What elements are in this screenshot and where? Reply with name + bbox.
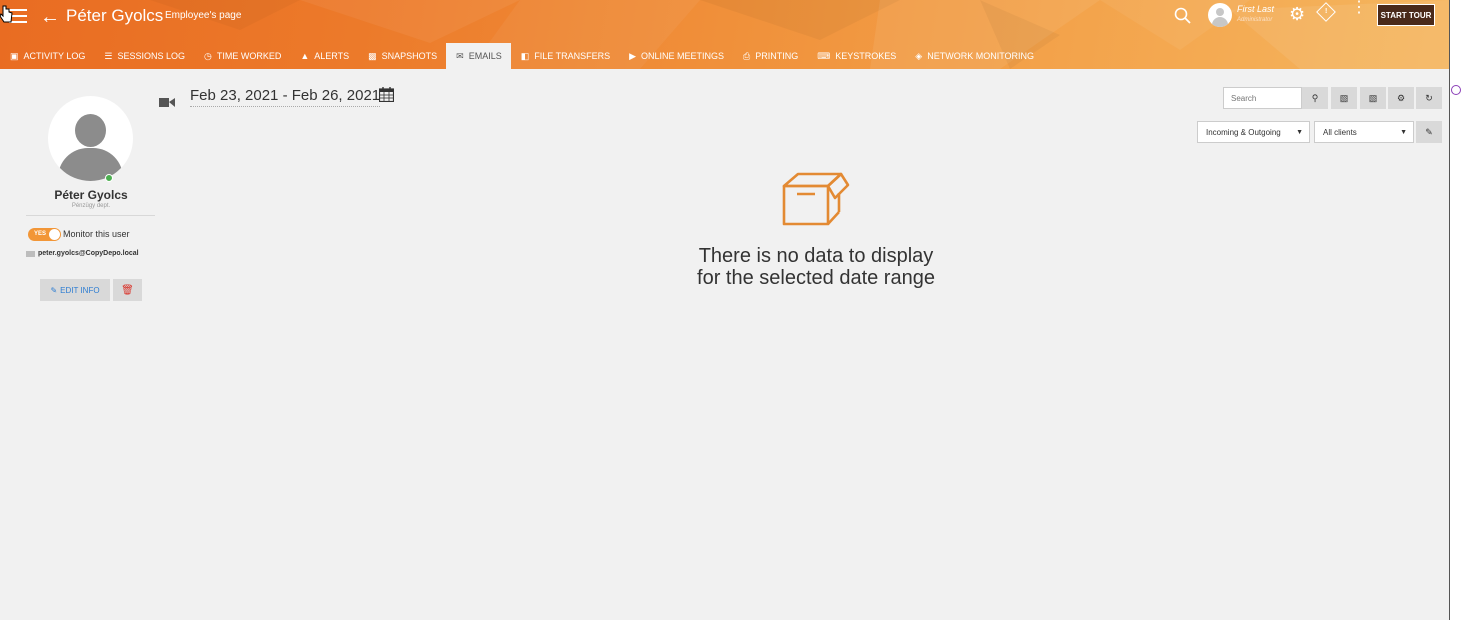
settings-button[interactable]: ⚙: [1388, 87, 1414, 109]
tab-label: FILE TRANSFERS: [534, 51, 611, 61]
email-icon: [26, 251, 35, 257]
calendar-icon[interactable]: [379, 87, 394, 102]
pencil-icon: ✎: [1425, 126, 1433, 137]
account-name[interactable]: First Last: [1237, 4, 1274, 14]
edit-info-button[interactable]: ✎ EDIT INFO: [40, 279, 110, 301]
employee-name-title: Péter Gyolcs: [66, 6, 164, 25]
refresh-icon: ↻: [1425, 92, 1433, 103]
tab-alerts[interactable]: ▲ ALERTS: [290, 43, 358, 69]
video-camera-icon[interactable]: [159, 97, 175, 108]
clock-icon: ◷: [203, 50, 212, 61]
profile-avatar: [48, 96, 133, 181]
gear-icon[interactable]: ⚙: [1289, 4, 1305, 25]
toggle-label: YES: [34, 231, 47, 237]
client-filter-value: All clients: [1323, 127, 1357, 137]
refresh-button[interactable]: ↻: [1416, 87, 1442, 109]
search-icon[interactable]: [1174, 7, 1192, 25]
search-input[interactable]: [1223, 87, 1302, 109]
pencil-icon: ✎: [50, 285, 58, 295]
list-icon: ☰: [104, 50, 113, 61]
envelope-icon: ✉: [456, 50, 464, 61]
file-icon: ◧: [520, 50, 530, 61]
online-status-dot: [105, 174, 113, 182]
empty-box-icon: [782, 172, 850, 226]
search-icon: ⚲: [1311, 92, 1319, 103]
gear-icon: ⚙: [1396, 92, 1406, 103]
monitor-label: Monitor this user: [63, 229, 130, 239]
tab-label: EMAILS: [468, 51, 502, 61]
app-window: ← Péter Gyolcs Employee's page First Las…: [0, 0, 1449, 620]
tab-file-transfers[interactable]: ◧ FILE TRANSFERS: [511, 43, 619, 69]
edit-filter-button[interactable]: ✎: [1416, 121, 1442, 143]
hand-cursor-icon: [0, 5, 13, 23]
back-arrow-icon[interactable]: ←: [40, 6, 60, 29]
tab-label: TIME WORKED: [216, 51, 282, 61]
direction-filter-value: Incoming & Outgoing: [1206, 127, 1281, 137]
start-tour-button[interactable]: START TOUR: [1377, 4, 1435, 26]
direction-filter-select[interactable]: Incoming & Outgoing ▼: [1197, 121, 1310, 143]
monitor-icon: ▣: [10, 50, 19, 61]
account-avatar[interactable]: [1208, 3, 1232, 27]
tab-online-meetings[interactable]: ▶ ONLINE MEETINGS: [619, 43, 733, 69]
tab-label: ACTIVITY LOG: [23, 51, 86, 61]
export-csv-button[interactable]: ▧: [1360, 87, 1386, 109]
tab-label: KEYSTROKES: [835, 51, 897, 61]
profile-department: Pénzügy dept.: [71, 203, 111, 209]
tab-time-worked[interactable]: ◷ TIME WORKED: [194, 43, 290, 69]
trash-icon: 🗑: [121, 284, 134, 296]
tab-keystrokes[interactable]: ⌨ KEYSTROKES: [807, 43, 905, 69]
search-button[interactable]: ⚲: [1302, 87, 1328, 109]
profile-name: Péter Gyolcs: [54, 188, 128, 202]
tab-snapshots[interactable]: ▩ SNAPSHOTS: [358, 43, 446, 69]
tab-sessions-log[interactable]: ☰ SESSIONS LOG: [94, 43, 194, 69]
date-range-picker[interactable]: Feb 23, 2021 - Feb 26, 2021: [190, 87, 381, 107]
edit-info-label: EDIT INFO: [60, 285, 100, 295]
tab-label: SESSIONS LOG: [117, 51, 185, 61]
wifi-icon: ◈: [915, 50, 923, 61]
tab-label: PRINTING: [755, 51, 799, 61]
adjacent-window-edge: [1449, 0, 1466, 620]
video-icon: ▶: [629, 50, 637, 61]
diamond-alert-mark: !: [1325, 8, 1328, 15]
tab-bar: ▣ ACTIVITY LOG ☰ SESSIONS LOG ◷ TIME WORKED…: [0, 43, 1043, 69]
delete-button[interactable]: 🗑: [113, 279, 142, 301]
caret-down-icon: ▼: [1400, 129, 1407, 136]
bell-icon: ▲: [300, 51, 310, 61]
circle-icon: [1451, 85, 1461, 95]
page-subtitle: Employee's page: [165, 10, 242, 21]
monitor-toggle[interactable]: YES: [28, 228, 61, 241]
top-header: ← Péter Gyolcs Employee's page First Las…: [0, 0, 1449, 69]
account-role: Administrator: [1237, 17, 1273, 23]
client-filter-select[interactable]: All clients ▼: [1314, 121, 1414, 143]
printer-icon: ⎙: [743, 50, 751, 61]
tab-label: ONLINE MEETINGS: [641, 51, 725, 61]
profile-email: peter.gyolcs@CopyDepo.local: [38, 250, 139, 257]
profile-divider: [26, 215, 155, 216]
empty-state-message: There is no data to display for the sele…: [697, 245, 935, 289]
tab-label: ALERTS: [314, 51, 350, 61]
tab-printing[interactable]: ⎙ PRINTING: [733, 43, 807, 69]
image-icon: ▩: [368, 50, 377, 61]
tab-label: NETWORK MONITORING: [927, 51, 1035, 61]
tab-label: SNAPSHOTS: [381, 51, 438, 61]
export-pdf-button[interactable]: ▧: [1331, 87, 1357, 109]
tab-emails[interactable]: ✉ EMAILS: [446, 43, 511, 69]
keyboard-icon: ⌨: [817, 50, 831, 61]
kebab-menu-icon[interactable]: ⋮: [1351, 0, 1367, 16]
document-icon: ▧: [1368, 92, 1378, 103]
tab-network-monitoring[interactable]: ◈ NETWORK MONITORING: [905, 43, 1043, 69]
tab-activity-log[interactable]: ▣ ACTIVITY LOG: [0, 43, 94, 69]
document-icon: ▧: [1339, 92, 1349, 103]
caret-down-icon: ▼: [1296, 129, 1303, 136]
